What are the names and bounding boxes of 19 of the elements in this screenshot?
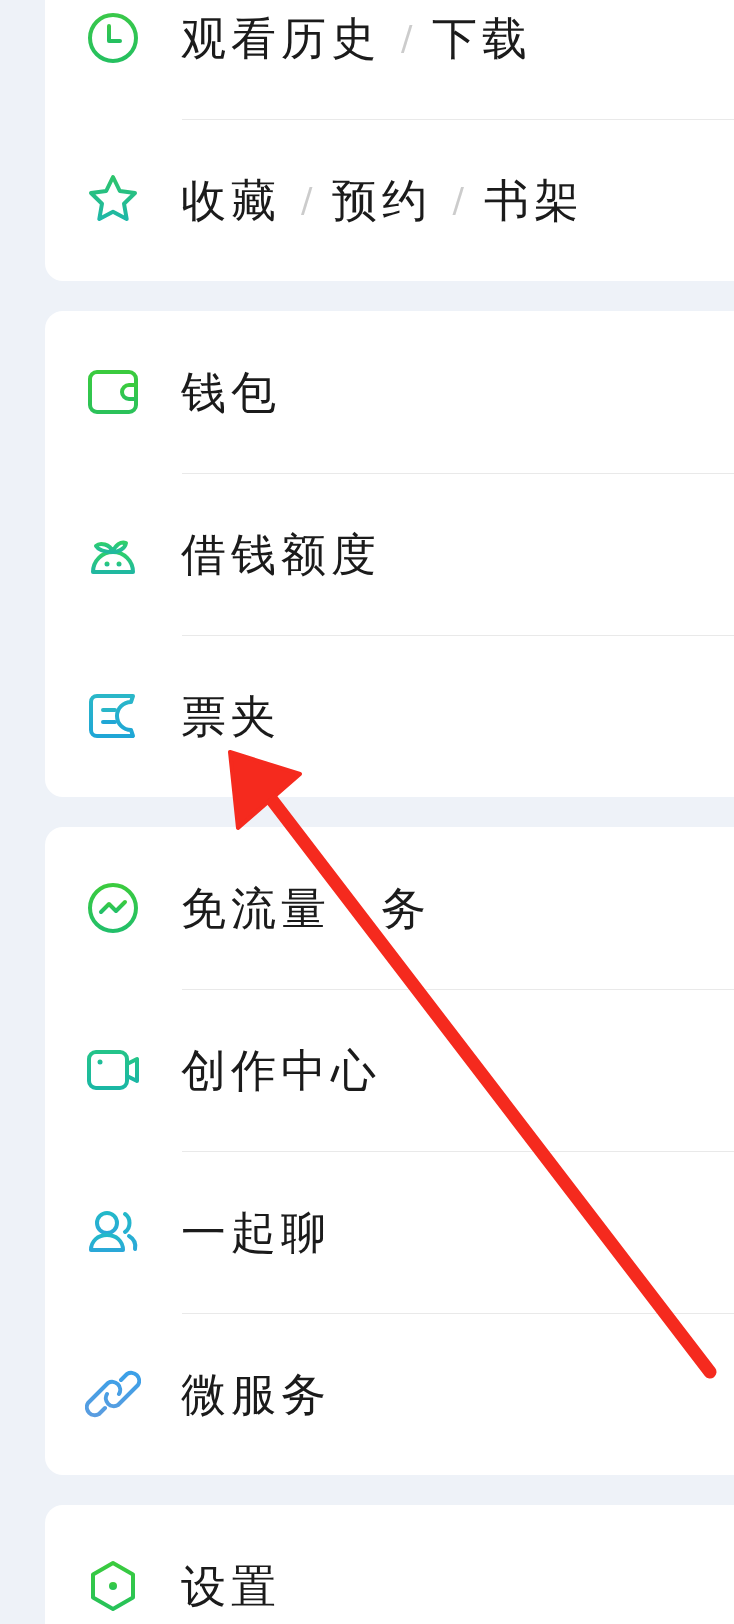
trend-icon [85, 880, 141, 936]
menu-item-label[interactable]: 观看历史 [181, 15, 381, 61]
menu-item-label[interactable]: 收藏 [181, 177, 281, 223]
menu-item-label[interactable]: 免流量 [181, 885, 331, 931]
menu-item-label[interactable]: 预约 [332, 177, 433, 223]
separator: / [401, 21, 413, 55]
separator: / [301, 183, 313, 217]
menu-item-label[interactable]: 一起聊 [181, 1209, 331, 1255]
menu-item-label[interactable]: 创作中心 [181, 1047, 381, 1093]
menu-item-label[interactable]: 设置 [181, 1563, 281, 1609]
menu-item-label[interactable]: 微服务 [181, 1371, 331, 1417]
menu-item-label[interactable]: 务 [381, 885, 431, 931]
menu-item-label[interactable]: 借钱额度 [181, 531, 381, 577]
menu-item-label[interactable]: 票夹 [181, 693, 281, 739]
menu-item-label[interactable]: 下载 [432, 15, 533, 61]
clock-icon [85, 10, 141, 66]
menu-item-label[interactable]: 钱包 [181, 369, 281, 415]
separator: / [452, 183, 464, 217]
menu-item-label[interactable]: 书架 [483, 177, 584, 223]
